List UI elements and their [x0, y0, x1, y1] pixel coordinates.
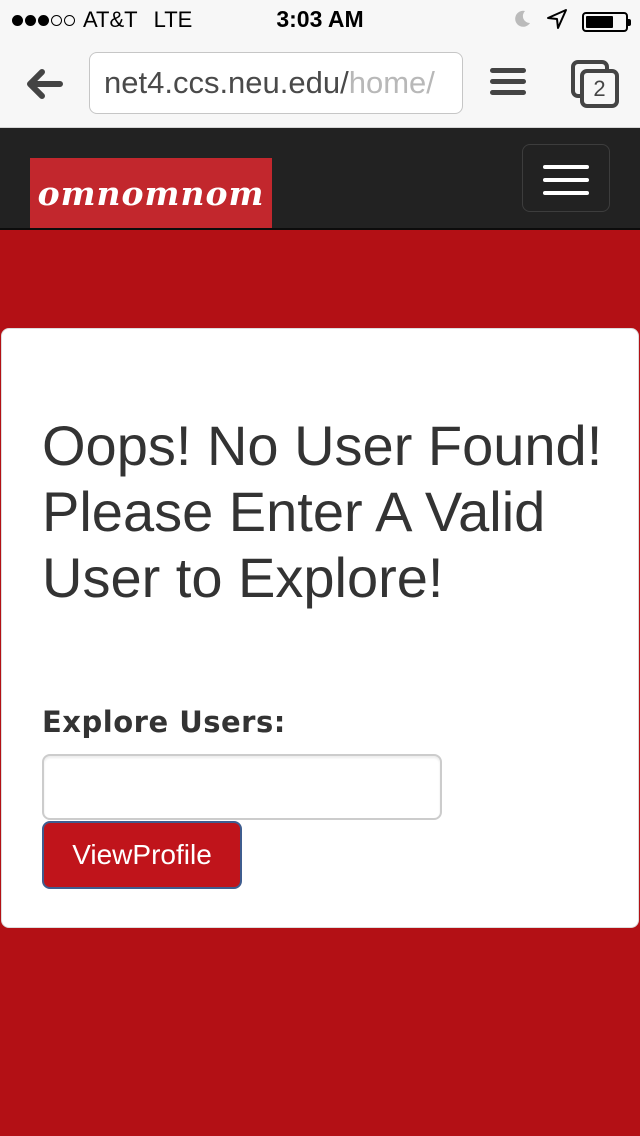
- tab-count: 2: [593, 76, 606, 101]
- back-arrow-icon[interactable]: [22, 62, 66, 106]
- menu-icon[interactable]: [490, 68, 526, 100]
- url-text: net4.ccs.neu.edu/: [104, 65, 349, 100]
- content-card: Oops! No User Found! Please Enter A Vali…: [1, 328, 639, 928]
- url-text-faded: home/: [348, 65, 435, 100]
- moon-icon: [512, 9, 532, 34]
- brand-logo[interactable]: omnomnom: [30, 158, 272, 228]
- tabs-icon[interactable]: 2: [571, 60, 619, 108]
- explore-users-label: Explore Users:: [42, 705, 286, 739]
- view-profile-button[interactable]: ViewProfile: [42, 821, 242, 889]
- battery-icon: [582, 11, 631, 32]
- url-field[interactable]: net4.ccs.neu.edu/home/: [89, 52, 463, 114]
- status-bar: AT&T LTE 3:03 AM: [0, 0, 640, 40]
- error-headline: Oops! No User Found! Please Enter A Vali…: [42, 414, 603, 609]
- hamburger-icon[interactable]: [522, 144, 610, 212]
- explore-users-input[interactable]: [42, 754, 442, 820]
- browser-toolbar: net4.ccs.neu.edu/home/ 2: [0, 40, 640, 128]
- location-arrow-icon: [546, 8, 568, 35]
- app-navbar: omnomnom: [0, 128, 640, 230]
- status-right: [512, 8, 631, 35]
